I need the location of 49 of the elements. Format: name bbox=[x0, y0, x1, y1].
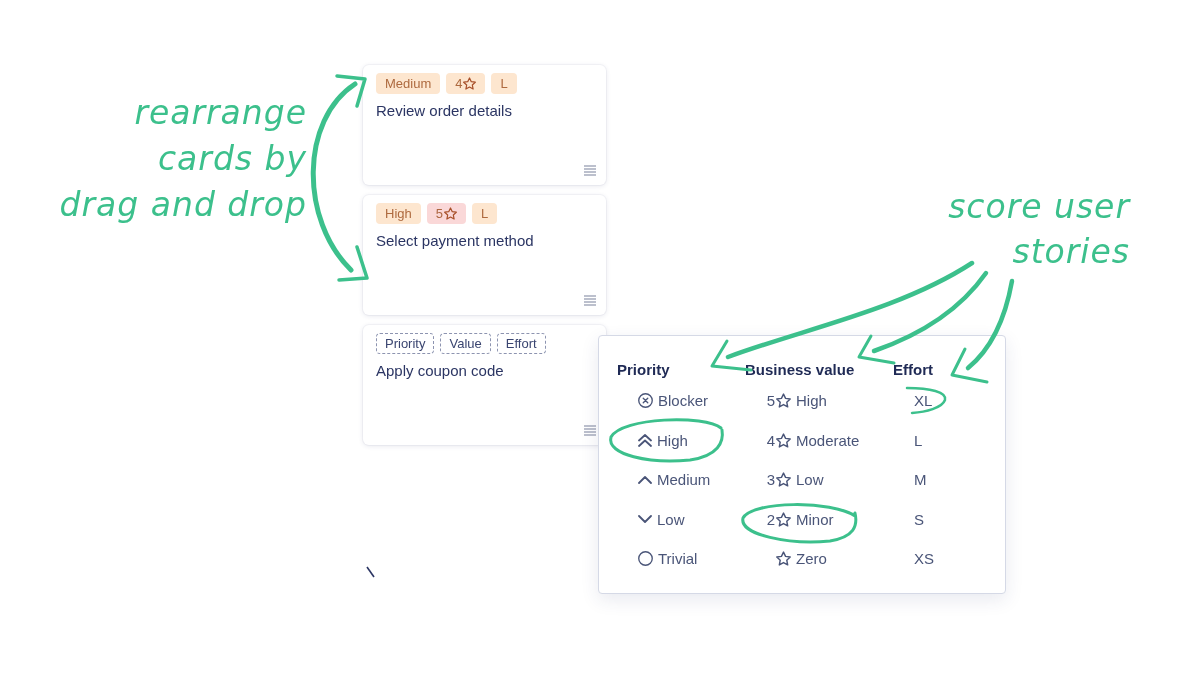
star-icon bbox=[776, 432, 791, 448]
star-icon bbox=[776, 511, 791, 527]
handwritten-note: score user stories bbox=[948, 186, 1130, 273]
star-icon bbox=[444, 207, 457, 220]
column-header: Priority bbox=[617, 360, 670, 380]
highlight-arc bbox=[905, 386, 947, 415]
menu-option[interactable]: M bbox=[914, 460, 927, 500]
x-circle-icon bbox=[638, 393, 653, 409]
menu-option[interactable]: Medium bbox=[638, 460, 711, 500]
tag-button[interactable]: High bbox=[376, 203, 421, 224]
menu-option[interactable]: Blocker bbox=[638, 381, 709, 421]
star-icon bbox=[776, 393, 791, 409]
menu-option[interactable]: Low bbox=[638, 499, 685, 539]
menu-option[interactable]: S bbox=[914, 499, 924, 539]
card-title: Select payment method bbox=[376, 232, 534, 249]
double-chevron-up-icon bbox=[638, 433, 652, 447]
menu-option[interactable]: High bbox=[638, 420, 688, 460]
star-icon bbox=[463, 77, 477, 90]
menu-option[interactable]: 5 High bbox=[766, 381, 827, 421]
story-card[interactable]: Medium 4 L Review order details bbox=[363, 65, 606, 185]
star-icon bbox=[776, 551, 791, 567]
tag-button[interactable]: 4 bbox=[446, 73, 486, 94]
card-title: Apply coupon code bbox=[376, 362, 504, 379]
slash-icon bbox=[366, 566, 375, 578]
drag-handle-icon[interactable] bbox=[584, 425, 596, 436]
drag-handle-icon[interactable] bbox=[584, 295, 596, 306]
menu-option[interactable]: XL bbox=[914, 381, 933, 421]
menu-option[interactable]: Zero bbox=[766, 539, 827, 579]
handwritten-note: rearrange cards by drag and drop bbox=[59, 92, 307, 226]
menu-option[interactable]: Trivial bbox=[638, 539, 698, 579]
chevron-down-icon bbox=[638, 515, 652, 524]
menu-option[interactable]: XS bbox=[914, 539, 934, 579]
menu-option[interactable]: 2 Minor bbox=[766, 499, 834, 539]
menu-option[interactable]: 3 Low bbox=[766, 460, 824, 500]
chevron-up-icon bbox=[638, 475, 652, 484]
menu-option[interactable]: L bbox=[914, 420, 923, 460]
column-header: Effort bbox=[893, 360, 933, 380]
star-icon bbox=[776, 472, 791, 488]
drag-handle-icon[interactable] bbox=[584, 165, 596, 176]
column-header: Business value bbox=[745, 360, 855, 380]
card-title: Review order details bbox=[376, 102, 512, 119]
tag-button[interactable]: Medium bbox=[376, 73, 441, 94]
menu-option[interactable]: 4 Moderate bbox=[766, 420, 860, 460]
tag-button[interactable]: Value bbox=[440, 333, 491, 354]
tag-button[interactable]: L bbox=[491, 73, 517, 94]
tag-button[interactable]: Effort bbox=[496, 333, 546, 354]
circle-icon bbox=[638, 551, 653, 567]
tag-button[interactable]: L bbox=[472, 203, 498, 224]
story-card[interactable]: High 5 L Select payment method bbox=[363, 195, 606, 315]
